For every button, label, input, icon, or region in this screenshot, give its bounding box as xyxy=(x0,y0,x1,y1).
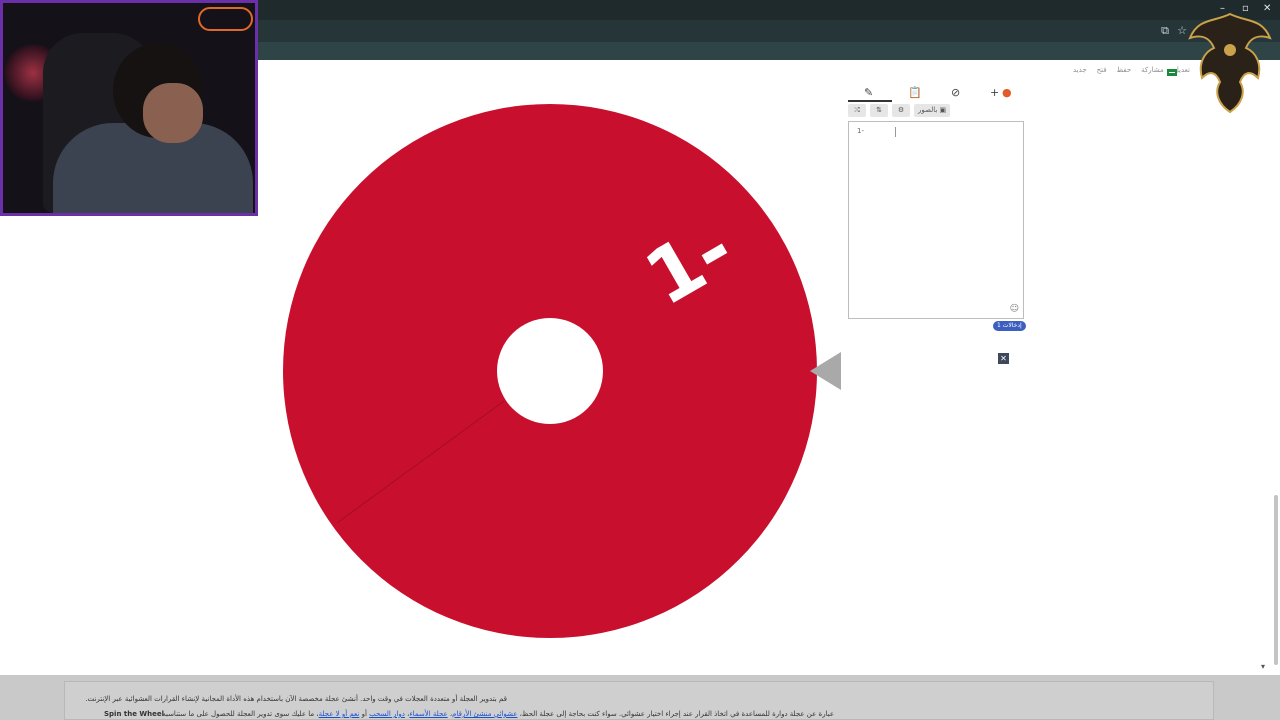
editor-toolbar: ⤮ ⇅ ⚙ بالصور ▣ xyxy=(848,104,951,118)
close-ad-button[interactable]: ✕ xyxy=(998,353,1009,364)
text-cursor xyxy=(895,127,896,137)
scrollbar-thumb[interactable] xyxy=(1274,495,1278,665)
wheel-pointer xyxy=(810,352,841,390)
nav-item-new[interactable]: جديد xyxy=(1073,66,1087,74)
flag-icon[interactable] xyxy=(1167,69,1177,76)
shuffle-button[interactable]: ⤮ xyxy=(848,104,866,117)
sort-button[interactable]: ⇅ xyxy=(870,104,888,117)
scroll-down-icon[interactable]: ▾ xyxy=(1261,662,1265,671)
description-prefix: عبارة عن عجلة دوارة للمساعدة في اتخاذ ال… xyxy=(519,710,834,718)
entry-count-badge: إدخالات 1 xyxy=(993,321,1026,331)
webcam-logo xyxy=(198,7,253,31)
nav-item-open[interactable]: فتح xyxy=(1097,66,1107,74)
images-button[interactable]: بالصور ▣ xyxy=(914,104,951,117)
active-tab-underline xyxy=(848,100,892,102)
link-yes-no-wheel[interactable]: نعم أو لا عجلة xyxy=(319,710,360,718)
edit-tab-icon[interactable]: ✎ xyxy=(864,86,873,99)
brand-name: Spin the Wheel xyxy=(104,710,164,718)
webcam-person-face xyxy=(143,83,203,143)
translate-icon[interactable]: ⧉ xyxy=(1158,24,1172,38)
entry-text: 1- xyxy=(857,127,864,135)
clipboard-tab-icon[interactable]: 📋 xyxy=(908,86,922,99)
description-line-1: قم بتدوير العجلة أو متعددة العجلات في وق… xyxy=(85,695,507,703)
webcam-overlay xyxy=(0,0,258,216)
settings-button[interactable]: ⚙ xyxy=(892,104,910,117)
link-names-wheel[interactable]: عجلة الأسماء xyxy=(409,710,447,718)
nav-item-share[interactable]: مشاركة xyxy=(1141,66,1164,74)
link-number-generator[interactable]: عشوائي منشئ الأرقام xyxy=(452,710,517,718)
nav-item-save[interactable]: حفظ xyxy=(1117,66,1132,74)
spin-wheel[interactable]: 1- xyxy=(282,103,818,639)
color-wheel-icon[interactable]: ● xyxy=(1002,86,1012,99)
description-suffix: ما عليك سوى تدوير العجلة للحصول على ما س… xyxy=(162,710,315,718)
entries-textarea[interactable]: 1- ☺ xyxy=(848,121,1024,319)
wheel-hub[interactable] xyxy=(497,318,603,424)
description-line-2: عبارة عن عجلة دوارة للمساعدة في اتخاذ ال… xyxy=(162,710,834,718)
emoji-icon[interactable]: ☺ xyxy=(1010,304,1019,314)
link-raffle-spinner[interactable]: دوار السحب xyxy=(369,710,405,718)
add-tab-icon[interactable]: + xyxy=(990,86,999,99)
app-root: – ▫ ✕ ⧉ ☆ تعديل مشاركة حفظ فتح جديد 1- ✎… xyxy=(0,0,1280,720)
dragon-logo xyxy=(1188,12,1272,114)
hide-tab-icon[interactable]: ⊘ xyxy=(951,86,960,99)
